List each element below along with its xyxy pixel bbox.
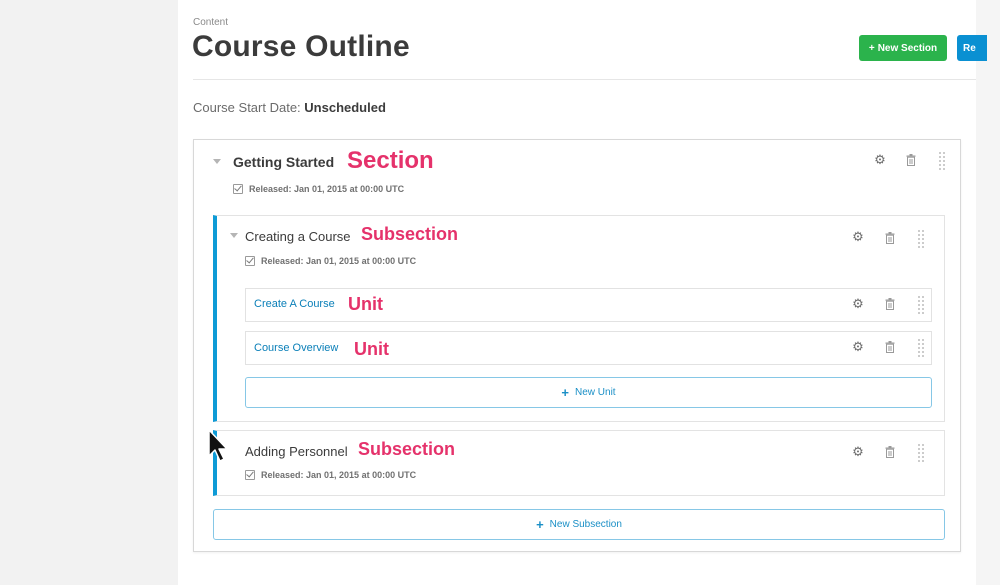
checkbox-icon bbox=[245, 256, 255, 266]
unit-annotation: Unit bbox=[348, 294, 383, 314]
unit-row bbox=[245, 331, 932, 365]
unit-link[interactable]: Course Overview bbox=[254, 342, 338, 354]
new-unit-button[interactable]: + New Unit bbox=[245, 377, 932, 408]
section-release-status: Released: Jan 01, 2015 at 00:00 UTC bbox=[233, 184, 404, 194]
trash-icon[interactable] bbox=[906, 154, 916, 166]
title-divider bbox=[193, 79, 976, 80]
section-annotation: Section bbox=[347, 147, 434, 174]
new-subsection-label: New Subsection bbox=[549, 519, 622, 530]
course-start-date: Course Start Date: Unscheduled bbox=[193, 100, 386, 115]
subsection-release-status: Released: Jan 01, 2015 at 00:00 UTC bbox=[245, 256, 416, 266]
chevron-down-icon[interactable] bbox=[230, 233, 238, 238]
trash-icon[interactable] bbox=[885, 446, 895, 458]
drag-handle-icon[interactable] bbox=[938, 151, 946, 171]
subsection-card bbox=[213, 430, 945, 496]
trash-icon[interactable] bbox=[885, 232, 895, 244]
reindex-label: Re bbox=[963, 42, 976, 54]
left-margin bbox=[0, 0, 178, 585]
subsection-release-text: Released: Jan 01, 2015 at 00:00 UTC bbox=[261, 256, 417, 266]
gear-icon[interactable]: ⚙ bbox=[873, 153, 887, 167]
subsection-release-text: Released: Jan 01, 2015 at 00:00 UTC bbox=[261, 470, 417, 480]
plus-icon: + bbox=[868, 42, 875, 54]
mouse-pointer-icon bbox=[208, 429, 228, 462]
start-date-value: Unscheduled bbox=[304, 100, 386, 115]
subsection-title[interactable]: Creating a Course bbox=[245, 229, 351, 244]
plus-icon: + bbox=[561, 385, 569, 400]
new-section-label: New Section bbox=[877, 42, 938, 54]
gear-icon[interactable]: ⚙ bbox=[851, 340, 865, 354]
start-date-label: Course Start Date: bbox=[193, 100, 301, 115]
subsection-title[interactable]: Adding Personnel bbox=[245, 444, 348, 459]
checkbox-icon bbox=[233, 184, 243, 194]
trash-icon[interactable] bbox=[885, 341, 895, 353]
gear-icon[interactable]: ⚙ bbox=[851, 297, 865, 311]
reindex-button[interactable]: Re bbox=[957, 35, 987, 61]
section-release-text: Released: Jan 01, 2015 at 00:00 UTC bbox=[249, 184, 405, 194]
drag-handle-icon[interactable] bbox=[917, 338, 925, 358]
subsection-annotation: Subsection bbox=[361, 224, 459, 244]
plus-icon: + bbox=[536, 517, 544, 532]
trash-icon[interactable] bbox=[885, 298, 895, 310]
unit-link[interactable]: Create A Course bbox=[254, 298, 335, 310]
chevron-down-icon[interactable] bbox=[213, 159, 221, 164]
section-title[interactable]: Getting Started bbox=[233, 154, 334, 170]
gear-icon[interactable]: ⚙ bbox=[851, 445, 865, 459]
checkbox-icon bbox=[245, 470, 255, 480]
new-unit-label: New Unit bbox=[575, 387, 616, 398]
gear-icon[interactable]: ⚙ bbox=[851, 230, 865, 244]
drag-handle-icon[interactable] bbox=[917, 443, 925, 463]
drag-handle-icon[interactable] bbox=[917, 295, 925, 315]
unit-annotation: Unit bbox=[354, 339, 389, 359]
page-eyebrow: Content bbox=[193, 17, 229, 28]
drag-handle-icon[interactable] bbox=[917, 229, 925, 249]
new-section-button[interactable]: + New Section bbox=[859, 35, 947, 61]
subsection-annotation: Subsection bbox=[358, 439, 456, 459]
new-subsection-button[interactable]: + New Subsection bbox=[213, 509, 945, 540]
page-title: Course Outline bbox=[192, 30, 410, 63]
subsection-release-status: Released: Jan 01, 2015 at 00:00 UTC bbox=[245, 470, 416, 480]
